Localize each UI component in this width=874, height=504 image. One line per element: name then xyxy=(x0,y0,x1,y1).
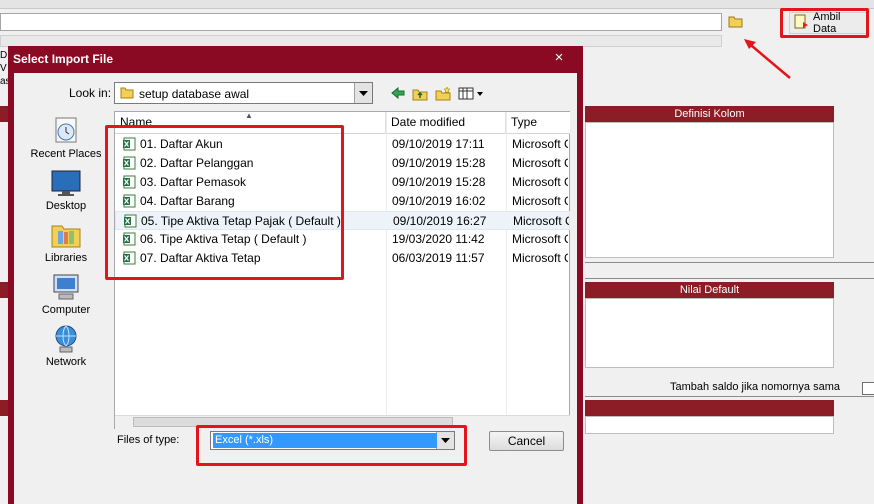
view-menu-icon[interactable] xyxy=(458,86,484,101)
file-date: 09/10/2019 16:27 xyxy=(393,214,487,228)
file-type: Microsoft C xyxy=(512,175,568,189)
computer-icon xyxy=(24,272,108,302)
nilai-default-label: Nilai Default xyxy=(679,284,740,296)
place-recent[interactable]: Recent Places xyxy=(24,116,108,160)
annotation-box-file-type xyxy=(196,425,467,466)
left-panel-header-edge xyxy=(0,282,8,298)
file-type: Microsoft C xyxy=(512,251,568,265)
recent-places-icon xyxy=(24,116,108,146)
separator-line xyxy=(585,262,874,263)
left-fragment-1: D xyxy=(0,50,8,61)
file-date: 09/10/2019 16:02 xyxy=(392,194,486,208)
file-type: Microsoft C xyxy=(512,137,568,151)
file-date: 06/03/2019 11:57 xyxy=(392,251,485,265)
annotation-box-ambil-data xyxy=(780,8,869,38)
column-date-label: Date modified xyxy=(391,115,466,129)
nilai-default-header: Nilai Default xyxy=(585,282,834,298)
file-path-input[interactable] xyxy=(0,13,722,31)
definisi-kolom-header: Definisi Kolom xyxy=(585,106,834,122)
left-panel-header-edge xyxy=(0,400,8,416)
tambah-saldo-checkbox[interactable] xyxy=(862,382,874,395)
left-fragment-2: V xyxy=(0,63,7,74)
tambah-saldo-label: Tambah saldo jika nomornya sama xyxy=(670,381,840,393)
place-desktop[interactable]: Desktop xyxy=(24,168,108,212)
file-date: 09/10/2019 17:11 xyxy=(392,137,485,151)
background-top-strip xyxy=(0,0,874,9)
look-in-label: Look in: xyxy=(69,86,112,100)
definisi-kolom-panel xyxy=(585,122,834,258)
place-label-recent: Recent Places xyxy=(30,148,102,160)
back-arrow-icon[interactable] xyxy=(390,86,406,101)
bottom-panel-header xyxy=(585,400,834,416)
place-label-network: Network xyxy=(45,356,87,368)
left-panel-header-edge xyxy=(0,106,8,122)
chevron-down-icon[interactable] xyxy=(354,83,372,103)
look-in-value: setup database awal xyxy=(139,87,250,101)
file-date: 09/10/2019 15:28 xyxy=(392,175,486,189)
file-date: 19/03/2020 11:42 xyxy=(392,232,485,246)
annotation-box-file-list xyxy=(105,125,344,280)
cancel-button[interactable]: Cancel xyxy=(489,431,564,451)
place-libraries[interactable]: Libraries xyxy=(24,220,108,264)
libraries-icon xyxy=(24,220,108,250)
column-header-type[interactable]: Type xyxy=(506,112,570,133)
browse-folder-icon[interactable] xyxy=(728,14,744,29)
up-folder-icon[interactable] xyxy=(412,86,428,101)
column-type-label: Type xyxy=(511,115,538,129)
place-network[interactable]: Network xyxy=(24,324,108,368)
place-label-desktop: Desktop xyxy=(45,200,87,212)
folder-icon xyxy=(120,86,134,102)
place-label-libraries: Libraries xyxy=(44,252,88,264)
place-label-computer: Computer xyxy=(41,304,91,316)
file-type: Microsoft C xyxy=(513,214,569,228)
file-type: Microsoft C xyxy=(512,194,568,208)
definisi-kolom-label: Definisi Kolom xyxy=(674,108,745,120)
file-date: 09/10/2019 15:28 xyxy=(392,156,486,170)
annotation-arrow xyxy=(740,36,796,85)
new-folder-icon[interactable] xyxy=(435,86,451,101)
file-type: Microsoft C xyxy=(512,156,568,170)
separator-line xyxy=(585,278,874,279)
place-computer[interactable]: Computer xyxy=(24,272,108,316)
files-of-type-label: Files of type: xyxy=(117,434,180,446)
dialog-title: Select Import File xyxy=(13,52,114,66)
sort-arrow-icon: ▲ xyxy=(245,111,253,120)
nilai-default-panel xyxy=(585,298,834,368)
network-icon xyxy=(24,324,108,354)
bottom-panel xyxy=(585,416,834,434)
file-type: Microsoft C xyxy=(512,232,568,246)
desktop-icon xyxy=(24,168,108,198)
column-header-date[interactable]: Date modified xyxy=(386,112,506,133)
separator-line xyxy=(585,396,874,397)
close-icon[interactable]: × xyxy=(549,49,569,67)
